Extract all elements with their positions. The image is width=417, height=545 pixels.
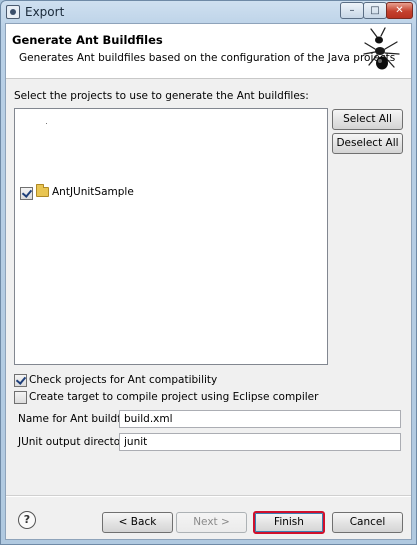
eclipse-compiler-checkbox[interactable] <box>14 391 27 404</box>
wizard-header: Generate Ant Buildfiles Generates Ant bu… <box>6 24 411 79</box>
footer-separator <box>6 495 411 497</box>
eclipse-icon <box>6 5 20 19</box>
title-bar[interactable]: Export – □ ✕ <box>1 1 416 23</box>
folder-icon <box>36 184 49 197</box>
wizard-title: Generate Ant Buildfiles <box>12 33 163 47</box>
check-compat-checkbox[interactable] <box>14 374 27 387</box>
back-button[interactable]: < Back <box>102 512 173 533</box>
minimize-button[interactable]: – <box>340 2 364 19</box>
list-artifact <box>46 123 47 124</box>
help-icon[interactable]: ? <box>18 511 36 529</box>
deselect-all-button[interactable]: Deselect All <box>332 133 403 154</box>
junit-dir-label: JUnit output directory: <box>18 436 134 448</box>
dialog-body: Generate Ant Buildfiles Generates Ant bu… <box>5 23 412 540</box>
projects-prompt: Select the projects to use to generate t… <box>14 90 309 102</box>
project-label: AntJUnitSample <box>52 186 134 198</box>
project-list[interactable]: AntJUnitSample <box>14 108 328 365</box>
ant-icon <box>363 27 400 70</box>
project-checkbox[interactable] <box>20 187 33 200</box>
junit-dir-input[interactable] <box>119 433 401 451</box>
select-all-button[interactable]: Select All <box>332 109 403 130</box>
maximize-button[interactable]: □ <box>363 2 387 19</box>
eclipse-compiler-label: Create target to compile project using E… <box>29 391 319 403</box>
window-title: Export <box>25 5 65 19</box>
export-dialog: Export – □ ✕ Generate Ant Buildfiles Gen… <box>0 0 417 545</box>
check-compat-label: Check projects for Ant compatibility <box>29 374 218 386</box>
finish-button[interactable]: Finish <box>253 511 325 534</box>
buildfile-name-input[interactable] <box>119 410 401 428</box>
next-button[interactable]: Next > <box>176 512 247 533</box>
cancel-button[interactable]: Cancel <box>332 512 403 533</box>
wizard-description: Generates Ant buildfiles based on the co… <box>19 52 396 64</box>
close-button[interactable]: ✕ <box>386 2 413 19</box>
